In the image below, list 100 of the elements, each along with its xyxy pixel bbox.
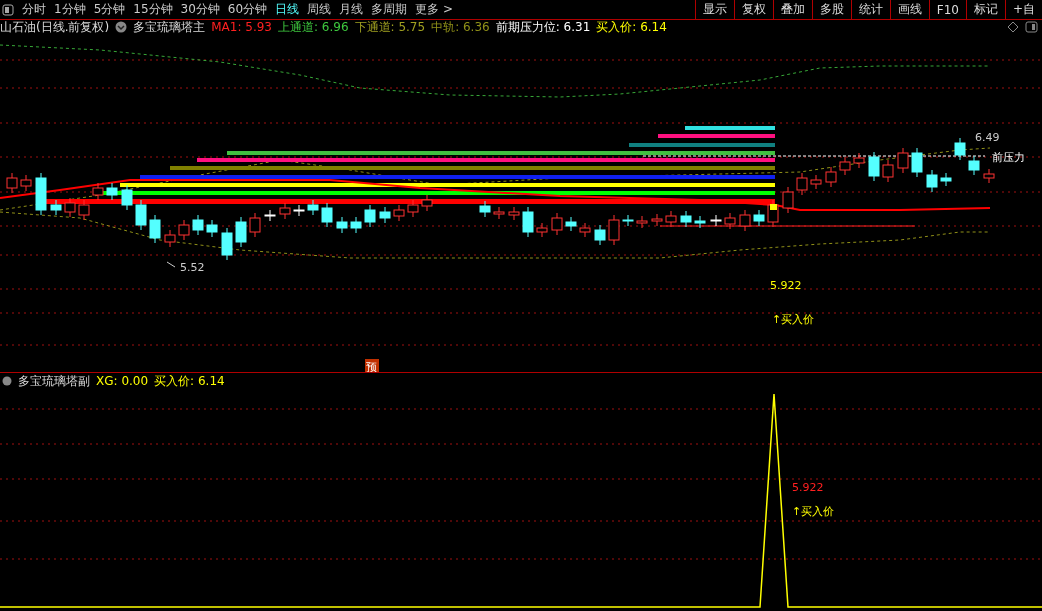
forecast-marker: 预 [365,359,379,372]
candlestick [651,213,663,227]
candlestick [882,159,894,183]
candlestick [508,206,520,221]
candlestick [493,206,505,220]
candlestick [853,152,865,169]
candlestick [35,172,47,216]
candlestick [868,151,880,182]
candlestick [739,209,751,232]
indicator-value: 前期压力位: 6.31 [495,18,591,36]
dropdown-icon[interactable] [115,21,128,33]
signal-mark [770,204,777,210]
period-tab[interactable]: 分时 [18,1,50,18]
candlestick [336,216,348,234]
candlestick [364,204,376,228]
period-tab[interactable]: 月线 [335,1,368,18]
candlestick [164,229,176,248]
candlestick [379,206,391,224]
candlestick [279,202,291,220]
candlestick [694,215,706,229]
period-tab[interactable]: 多周期 [367,1,412,18]
indicator-value: MA1: 5.93 [211,20,272,34]
period-tab[interactable]: 15分钟 [129,1,177,18]
candlestick [926,169,938,193]
candlestick [897,147,909,174]
candlestick [64,197,76,218]
candlestick [307,199,319,216]
candlestick [983,168,995,184]
candlestick [724,212,736,230]
indicator-value: 下通道: 5.75 [354,18,426,36]
period-tab[interactable]: 1分钟 [50,1,90,18]
candlestick [608,214,620,246]
candlestick [350,216,362,234]
period-tab[interactable]: 更多 > [411,1,457,18]
indicator-value: 买入价: 6.14 [596,18,667,36]
candlestick [810,174,822,190]
candlestick [565,216,577,232]
candlestick [221,227,233,261]
diamond-icon[interactable] [1007,21,1019,33]
candlestick [551,212,563,236]
dropdown-icon[interactable] [2,376,12,386]
candlestick [135,199,147,231]
candlestick [6,172,18,194]
candlestick [522,206,534,238]
candlestick [536,222,548,238]
indicator-value: 上通道: 6.96 [277,18,349,36]
leader-line [166,261,176,268]
candlestick [293,204,305,217]
candlestick [249,212,261,238]
period-tab[interactable]: 30分钟 [176,1,224,18]
candlestick [421,194,433,212]
candlestick [954,137,966,161]
candlestick [149,214,161,244]
candlestick [121,184,133,211]
candlestick [407,199,419,218]
candlestick [636,215,648,229]
candlestick [968,155,980,176]
indicator-value: 中轨: 6.36 [431,18,490,36]
indicator-value: 买入价: 6.14 [154,372,225,390]
indicator-name: 多宝琉璃塔主 [133,18,206,36]
candlestick [192,214,204,236]
low-price-label: 5.52 [180,261,205,274]
candlestick [479,200,491,218]
buy-price-value: 5.922 [770,279,802,292]
candlestick [665,210,677,228]
stock-title: 山石油(日线.前复权) [0,18,110,36]
candlestick [839,156,851,176]
candlestick [940,172,952,187]
buy-price-label: ↑买入价 [792,505,835,518]
buy-price-label: ↑买入价 [772,313,815,326]
candlestick [321,202,333,228]
indicator-value: XG: 0.00 [96,374,149,388]
panel-toggle-icon[interactable] [2,3,14,16]
candlestick [911,147,923,178]
candlestick [50,199,62,216]
indicator-name: 多宝琉璃塔副 [18,372,90,390]
pressure-label: 前压力 [992,151,1025,164]
candlestick [393,204,405,222]
candlestick [796,172,808,196]
period-tab[interactable]: 60分钟 [223,1,272,18]
candlestick [92,182,104,201]
period-tab[interactable]: 5分钟 [89,1,130,18]
candlestick [710,214,722,227]
candlestick [594,224,606,246]
candlestick [767,199,779,228]
candlestick [178,219,190,241]
candlestick [20,174,32,192]
buy-price-value: 5.922 [792,481,824,494]
candlestick [235,216,247,248]
candlestick [753,209,765,227]
candlestick [78,199,90,221]
high-price-label: 6.49 [975,131,1000,144]
candlestick [106,182,118,201]
panel-toggle-icon[interactable] [1025,21,1038,33]
candlestick [782,186,794,214]
period-tab[interactable]: 周线 [303,1,336,18]
candlestick [622,214,634,227]
candlestick [825,166,837,188]
period-tab[interactable]: 日线 [271,1,304,18]
candlestick [680,210,692,228]
